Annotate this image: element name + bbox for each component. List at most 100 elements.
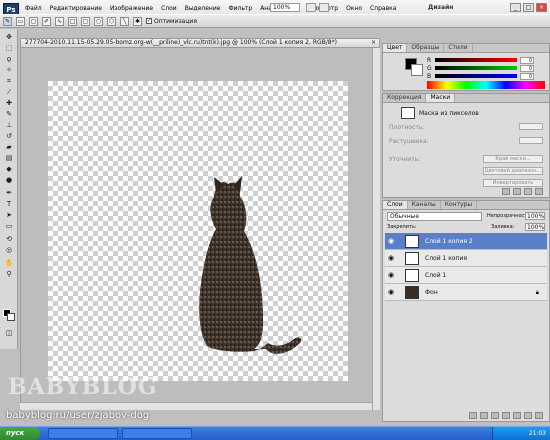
eye-icon[interactable]: ◉ <box>388 289 396 296</box>
3d-rotate-tool-icon[interactable]: ⟲ <box>3 235 15 243</box>
menu-image[interactable]: Изображение <box>107 4 156 14</box>
menu-help[interactable]: Справка <box>367 4 399 14</box>
custom-shape-icon[interactable]: ✱ <box>133 16 142 26</box>
path-select-tool-icon[interactable]: ➤ <box>3 211 15 219</box>
load-selection-icon[interactable] <box>502 188 510 195</box>
rectangle-icon[interactable]: □ <box>68 16 77 26</box>
document-tab[interactable]: 277704-2010.11.15-05.29.05-bomz.org-w(__… <box>20 38 380 48</box>
polygon-icon[interactable]: ⬡ <box>107 16 116 26</box>
tab-styles[interactable]: Стили <box>444 44 473 52</box>
apply-mask-icon[interactable] <box>513 188 521 195</box>
density-field[interactable] <box>519 123 543 130</box>
freeform-pen-icon[interactable]: ∿ <box>55 16 64 26</box>
new-layer-icon[interactable] <box>524 412 532 419</box>
new-group-icon[interactable] <box>513 412 521 419</box>
color-range-button[interactable]: Цветовой диапазон... <box>483 167 543 175</box>
quick-mask-icon[interactable]: ◫ <box>3 329 15 337</box>
magic-wand-tool-icon[interactable]: ✧ <box>3 66 15 74</box>
menu-edit[interactable]: Редактирование <box>47 4 105 14</box>
dodge-tool-icon[interactable]: ● <box>3 176 15 184</box>
delete-mask-icon[interactable] <box>535 188 543 195</box>
layer-style-icon[interactable] <box>480 412 488 419</box>
shape-tool-icon[interactable]: ▭ <box>3 222 15 230</box>
taskbar-item[interactable] <box>122 428 192 439</box>
menu-filter[interactable]: Фильтр <box>225 4 255 14</box>
mask-edge-button[interactable]: Край маски... <box>483 155 543 163</box>
pen-icon[interactable]: ✐ <box>42 16 51 26</box>
adjustment-layer-icon[interactable] <box>502 412 510 419</box>
mask-thumbnail[interactable] <box>401 107 415 119</box>
opacity-input[interactable]: 100% <box>525 212 545 220</box>
layer-row[interactable]: ◉ Слой 1 копия 2 <box>385 233 547 250</box>
line-icon[interactable]: ╲ <box>120 16 129 26</box>
eye-icon[interactable]: ◉ <box>388 255 396 262</box>
layer-row[interactable]: ◉ Слой 1 копия <box>385 250 547 267</box>
vertical-scrollbar[interactable] <box>372 48 380 410</box>
optimize-checkbox[interactable]: ✓ Оптимизация <box>146 18 197 25</box>
red-value[interactable]: 0 <box>520 56 534 64</box>
eye-icon[interactable]: ◉ <box>388 238 396 245</box>
link-layers-icon[interactable] <box>469 412 477 419</box>
minimize-button[interactable]: _ <box>510 3 521 12</box>
workspace-switcher[interactable]: Дизайн <box>428 4 453 11</box>
taskbar-item[interactable] <box>48 428 118 439</box>
add-mask-icon[interactable] <box>491 412 499 419</box>
zoom-select[interactable]: 100% <box>270 3 300 12</box>
history-brush-icon[interactable]: ↺ <box>3 132 15 140</box>
tab-swatches[interactable]: Образцы <box>407 44 445 52</box>
gradient-tool-icon[interactable]: ▤ <box>3 154 15 162</box>
tool-preset-icon[interactable]: ✎ <box>3 16 12 26</box>
feather-field[interactable] <box>519 137 543 144</box>
blue-slider[interactable] <box>435 74 517 78</box>
menu-select[interactable]: Выделение <box>182 4 224 14</box>
green-value[interactable]: 0 <box>520 64 534 72</box>
menu-layers[interactable]: Слои <box>158 4 180 14</box>
bg-color-chip[interactable] <box>411 64 423 76</box>
canvas[interactable] <box>48 81 348 381</box>
tab-masks[interactable]: Маски <box>426 94 456 102</box>
tab-channels[interactable]: Каналы <box>408 201 441 209</box>
pen-tool-icon[interactable]: ✒ <box>3 189 15 197</box>
blue-value[interactable]: 0 <box>520 72 534 80</box>
tab-paths[interactable]: Контуры <box>441 201 478 209</box>
blur-tool-icon[interactable]: ◆ <box>3 165 15 173</box>
crop-tool-icon[interactable]: ⌗ <box>3 77 15 85</box>
ellipse-icon[interactable]: ○ <box>94 16 103 26</box>
marquee-tool-icon[interactable]: ⬚ <box>3 44 15 52</box>
stamp-tool-icon[interactable]: ⊥ <box>3 121 15 129</box>
canvas-area[interactable] <box>20 48 380 410</box>
healing-tool-icon[interactable]: ✚ <box>3 99 15 107</box>
zoom-tool-icon[interactable]: ⚲ <box>3 270 15 278</box>
eraser-tool-icon[interactable]: ▰ <box>3 143 15 151</box>
trash-icon[interactable] <box>535 412 543 419</box>
checkbox-icon[interactable]: ✓ <box>146 18 152 24</box>
close-button[interactable]: × <box>536 3 547 12</box>
red-slider[interactable] <box>435 58 517 62</box>
lasso-tool-icon[interactable]: ϙ <box>3 55 15 63</box>
move-tool-icon[interactable]: ✥ <box>3 33 15 41</box>
brush-tool-icon[interactable]: ✎ <box>3 110 15 118</box>
eye-icon[interactable]: ◉ <box>388 272 396 279</box>
fill-input[interactable]: 100% <box>525 223 545 231</box>
invert-button[interactable]: Инвертировать <box>483 179 543 187</box>
layer-row[interactable]: ◉ Фон 🔒︎ <box>385 284 547 301</box>
rounded-rect-icon[interactable]: ▢ <box>81 16 90 26</box>
blend-mode-select[interactable]: Обычные <box>387 212 482 221</box>
layer-row[interactable]: ◉ Слой 1 <box>385 267 547 284</box>
arrange-docs-button[interactable] <box>306 3 316 12</box>
paths-icon[interactable]: ▭ <box>16 16 25 26</box>
type-tool-icon[interactable]: T <box>3 200 15 208</box>
tab-color[interactable]: Цвет <box>383 44 408 52</box>
screen-mode-button[interactable] <box>319 3 329 12</box>
shape-layer-icon[interactable]: ▢ <box>29 16 38 26</box>
color-spectrum[interactable] <box>427 81 545 89</box>
start-button[interactable]: пуск <box>0 427 40 440</box>
green-slider[interactable] <box>435 66 517 70</box>
maximize-button[interactable]: □ <box>523 3 534 12</box>
background-color-swatch[interactable] <box>7 313 15 321</box>
menu-window[interactable]: Окно <box>343 4 365 14</box>
horizontal-scrollbar[interactable] <box>20 402 372 410</box>
hand-tool-icon[interactable]: ✋ <box>3 259 15 267</box>
document-close-icon[interactable]: × <box>371 39 376 47</box>
menu-file[interactable]: Файл <box>22 4 45 14</box>
